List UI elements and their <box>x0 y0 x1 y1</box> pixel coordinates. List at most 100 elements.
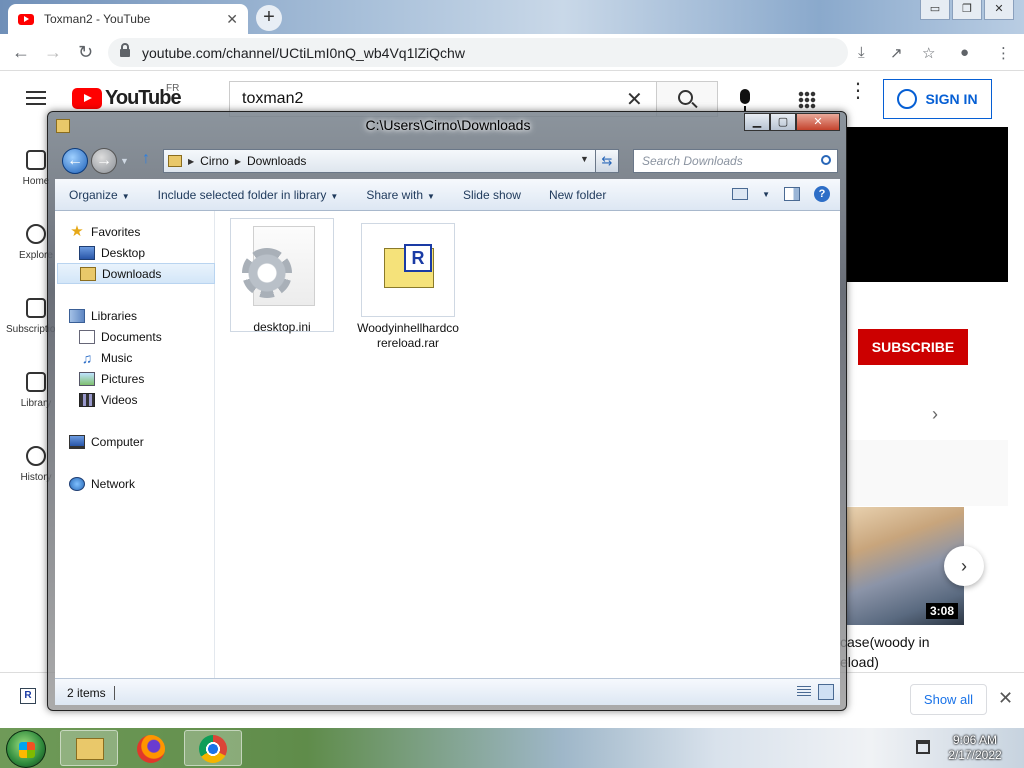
reload-icon[interactable]: ↻ <box>78 42 93 63</box>
music-icon: ♫ <box>81 349 93 366</box>
browser-tab[interactable]: Toxman2 - YouTube ✕ <box>8 4 248 34</box>
clear-search-icon[interactable]: ✕ <box>626 87 643 112</box>
taskbar: 9:06 AM 2/17/2022 <box>0 728 1024 768</box>
breadcrumb-item[interactable]: Downloads <box>247 154 306 168</box>
breadcrumb[interactable]: ▶ Cirno ▶ Downloads <box>163 149 618 173</box>
explorer-window-controls: ▁ ▢ ✕ <box>744 113 840 131</box>
new-tab-button[interactable]: + <box>256 5 282 31</box>
close-button[interactable]: ✕ <box>796 113 840 131</box>
video-title[interactable]: case(woody in eload) <box>840 632 930 672</box>
video-duration: 3:08 <box>926 603 959 619</box>
slide-show-button[interactable]: Slide show <box>449 188 535 202</box>
video-title-line: case(woody in <box>840 634 930 650</box>
explorer-title: C:\Users\Cirno\Downloads <box>365 117 531 133</box>
nav-label: Music <box>101 350 133 365</box>
new-folder-button[interactable]: New folder <box>535 188 620 202</box>
maximize-button[interactable]: ▢ <box>770 113 796 131</box>
taskbar-firefox[interactable] <box>122 730 180 766</box>
nav-item-computer[interactable]: Computer <box>69 431 227 452</box>
minimize-button[interactable]: ▭ <box>920 0 950 20</box>
item-count: 2 items <box>67 686 115 700</box>
search-icon <box>678 90 693 105</box>
apps-grid-icon[interactable] <box>798 91 816 109</box>
documents-icon <box>79 329 95 344</box>
restore-button[interactable]: ❐ <box>952 0 982 20</box>
status-bar: 2 items <box>55 678 840 705</box>
nav-item-videos[interactable]: Videos <box>79 389 237 410</box>
browser-menu-icon[interactable]: ⋮ <box>996 44 1011 62</box>
forward-arrow-icon[interactable]: → <box>91 148 117 174</box>
forward-arrow-icon[interactable]: → <box>44 42 62 63</box>
install-icon[interactable]: ⤓ <box>858 44 865 61</box>
microphone-icon[interactable] <box>740 89 750 111</box>
breadcrumb-separator-icon[interactable]: ▶ <box>235 157 241 166</box>
nav-item-libraries[interactable]: Libraries <box>69 305 227 326</box>
nav-item-music[interactable]: ♫ Music <box>79 347 237 368</box>
close-button[interactable]: ✕ <box>984 0 1014 20</box>
help-icon[interactable]: ? <box>814 186 830 202</box>
nav-item-network[interactable]: Network <box>69 473 227 494</box>
carousel-next-icon[interactable]: › <box>944 546 984 586</box>
back-arrow-icon[interactable]: ← <box>12 42 30 63</box>
nav-label: Documents <box>101 329 162 344</box>
start-button-icon[interactable] <box>6 730 46 768</box>
videos-icon <box>79 392 95 407</box>
breadcrumb-separator-icon[interactable]: ▶ <box>188 157 194 166</box>
file-item[interactable]: desktop.ini <box>230 218 334 334</box>
refresh-icon[interactable]: ⇆ <box>595 149 619 173</box>
settings-dots-icon[interactable]: ⋮ <box>848 81 868 101</box>
share-with-menu[interactable]: Share with ▼ <box>352 188 449 202</box>
file-name: Woodyinhellhardcorereload.rar <box>357 321 459 350</box>
youtube-logo[interactable]: YouTube <box>72 87 182 110</box>
preview-pane-icon[interactable] <box>784 187 800 201</box>
profile-icon[interactable]: ● <box>960 44 969 61</box>
nav-label: Network <box>91 476 136 491</box>
share-icon[interactable]: ↗ <box>890 44 903 62</box>
explorer-body: ★ Favorites Desktop Downloads Libraries … <box>55 211 840 678</box>
recent-pages-icon[interactable]: ▼ <box>120 156 129 166</box>
breadcrumb-item[interactable]: Cirno <box>200 154 229 168</box>
clock-time: 9:06 AM <box>952 733 998 747</box>
pictures-icon <box>79 371 95 386</box>
network-tray-icon[interactable] <box>916 740 930 754</box>
taskbar-chrome[interactable] <box>184 730 242 766</box>
file-item[interactable]: R Woodyinhellhardcorereload.rar <box>356 220 460 350</box>
home-icon <box>26 150 46 170</box>
rar-file-icon[interactable]: R <box>20 688 36 704</box>
include-in-library-menu[interactable]: Include selected folder in library ▼ <box>144 188 353 202</box>
chevron-down-icon: ▼ <box>427 191 435 201</box>
clock[interactable]: 9:06 AM 2/17/2022 <box>944 733 1006 763</box>
file-name: desktop.ini <box>253 320 311 334</box>
details-view-icon[interactable] <box>797 686 811 698</box>
subscribe-button[interactable]: SUBSCRIBE <box>858 329 968 365</box>
show-all-button[interactable]: Show all <box>910 684 987 715</box>
youtube-play-icon <box>72 88 102 109</box>
chevron-right-icon[interactable]: › <box>932 404 938 425</box>
organize-menu[interactable]: Organize ▼ <box>55 188 144 202</box>
country-code: FR <box>166 83 180 94</box>
up-arrow-icon[interactable]: ↑ <box>142 150 150 168</box>
nav-item-documents[interactable]: Documents <box>79 326 237 347</box>
back-arrow-icon[interactable]: ← <box>62 148 88 174</box>
minimize-button[interactable]: ▁ <box>744 113 770 131</box>
downloads-folder-icon <box>80 266 96 281</box>
rar-archive-icon: R <box>361 223 455 317</box>
change-view-icon[interactable] <box>732 188 749 200</box>
chevron-down-icon[interactable]: ▼ <box>762 190 770 199</box>
nav-item-desktop[interactable]: Desktop <box>79 242 237 263</box>
bookmark-star-icon[interactable]: ☆ <box>922 44 935 62</box>
hamburger-menu-icon[interactable] <box>26 91 46 105</box>
close-shelf-icon[interactable]: ✕ <box>998 688 1013 709</box>
nav-item-favorites[interactable]: ★ Favorites <box>69 221 227 242</box>
sign-in-button[interactable]: SIGN IN <box>883 79 992 119</box>
taskbar-explorer[interactable] <box>60 730 118 766</box>
nav-item-downloads[interactable]: Downloads <box>57 263 215 284</box>
tab-close-icon[interactable]: ✕ <box>226 11 238 28</box>
large-icons-view-icon[interactable] <box>818 684 834 700</box>
nav-item-pictures[interactable]: Pictures <box>79 368 237 389</box>
libraries-icon <box>69 308 85 323</box>
url-field[interactable]: youtube.com/channel/UCtiLmI0nQ_wb4Vq1lZi… <box>108 38 848 67</box>
address-dropdown-icon[interactable]: ▼ <box>580 154 589 164</box>
explorer-search-input[interactable]: Search Downloads <box>633 149 838 173</box>
youtube-favicon-icon <box>18 13 34 25</box>
